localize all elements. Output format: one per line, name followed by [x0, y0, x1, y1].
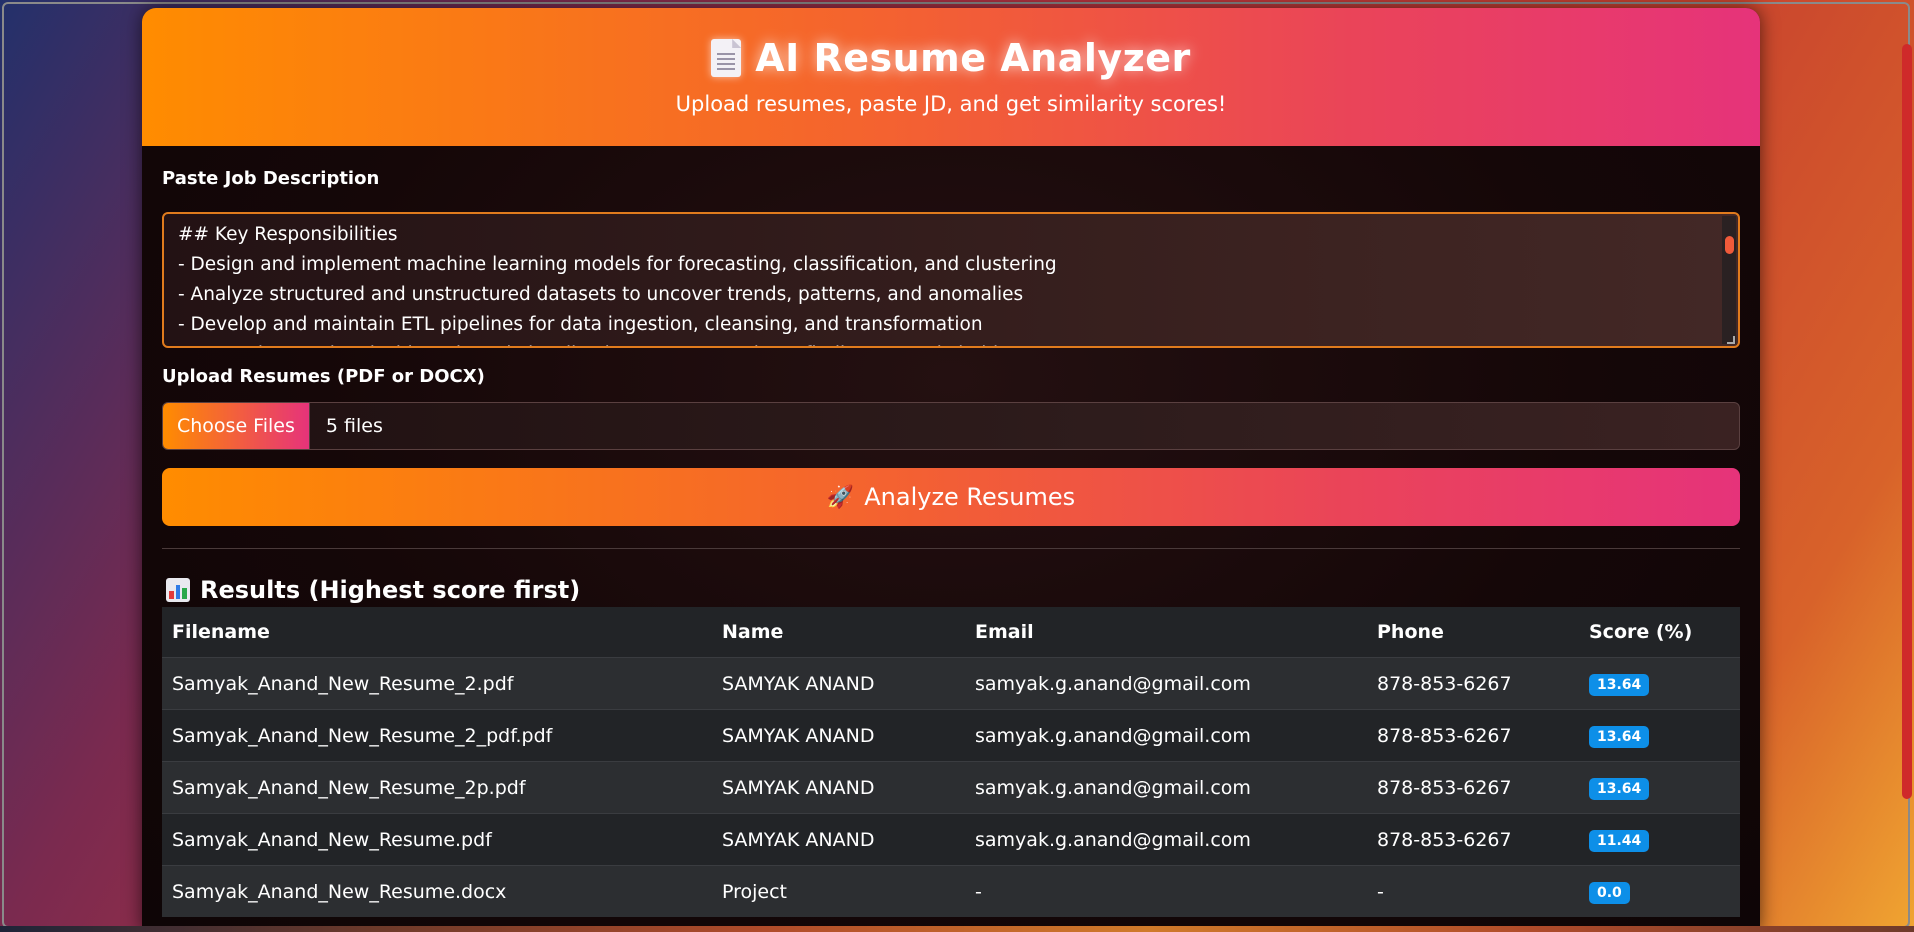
score-badge: 0.0: [1589, 881, 1630, 904]
cell-email: samyak.g.anand@gmail.com: [965, 813, 1367, 866]
job-description-textarea[interactable]: ## Key Responsibilities - Design and impl…: [162, 212, 1740, 348]
job-description-line: - Design and implement machine learning …: [178, 254, 1057, 275]
table-row: Samyak_Anand_New_Resume_2.pdf SAMYAK ANAN…: [162, 657, 1740, 710]
cell-phone: 878-853-6267: [1367, 761, 1579, 814]
cell-filename: Samyak_Anand_New_Resume_2_pdf.pdf: [162, 709, 712, 762]
cell-phone: -: [1367, 865, 1579, 917]
cell-name: SAMYAK ANAND: [712, 657, 965, 710]
results-heading: Results (Highest score first): [166, 576, 580, 604]
document-icon: [711, 39, 742, 77]
cell-score: 13.64: [1579, 657, 1740, 710]
section-divider: [162, 548, 1740, 549]
job-description-line: - Develop and maintain ETL pipelines for…: [178, 314, 983, 335]
job-description-label: Paste Job Description: [162, 168, 380, 189]
cell-filename: Samyak_Anand_New_Resume.docx: [162, 865, 712, 917]
textarea-scrollbar-thumb[interactable]: [1725, 236, 1734, 254]
file-upload-input[interactable]: Choose Files 5 files: [162, 402, 1740, 450]
score-badge: 13.64: [1589, 777, 1650, 800]
app-card: AI Resume Analyzer Upload resumes, paste…: [142, 8, 1760, 932]
header: AI Resume Analyzer Upload resumes, paste…: [142, 8, 1760, 146]
taskbar-strip: [0, 926, 1914, 932]
rocket-icon: 🚀: [826, 484, 855, 510]
cell-email: samyak.g.anand@gmail.com: [965, 761, 1367, 814]
cell-name: SAMYAK ANAND: [712, 709, 965, 762]
cell-score: 11.44: [1579, 813, 1740, 866]
table-row: Samyak_Anand_New_Resume.docx Project - -0.0: [162, 865, 1740, 917]
score-badge: 13.64: [1589, 725, 1650, 748]
cell-phone: 878-853-6267: [1367, 657, 1579, 710]
analyze-resumes-button[interactable]: 🚀 Analyze Resumes: [162, 468, 1740, 526]
cell-filename: Samyak_Anand_New_Resume.pdf: [162, 813, 712, 866]
cell-email: samyak.g.anand@gmail.com: [965, 709, 1367, 762]
cell-score: 13.64: [1579, 709, 1740, 762]
selected-file-count: 5 files: [325, 415, 383, 437]
column-header-filename: Filename: [162, 607, 712, 658]
score-badge: 13.64: [1589, 673, 1650, 696]
upload-label: Upload Resumes (PDF or DOCX): [162, 366, 485, 387]
score-badge: 11.44: [1589, 829, 1650, 852]
results-table: Filename Name Email Phone Score (%) Samy…: [162, 607, 1740, 917]
cell-phone: 878-853-6267: [1367, 813, 1579, 866]
results-title: Results (Highest score first): [200, 576, 581, 604]
table-row: Samyak_Anand_New_Resume_2p.pdf SAMYAK ANA…: [162, 761, 1740, 814]
cell-filename: Samyak_Anand_New_Resume_2.pdf: [162, 657, 712, 710]
page-title: AI Resume Analyzer: [755, 36, 1191, 80]
cell-filename: Samyak_Anand_New_Resume_2p.pdf: [162, 761, 712, 814]
cell-email: -: [965, 865, 1367, 917]
cell-name: SAMYAK ANAND: [712, 813, 965, 866]
cell-score: 0.0: [1579, 865, 1740, 917]
job-description-line: ## Key Responsibilities: [178, 224, 398, 245]
table-row: Samyak_Anand_New_Resume.pdf SAMYAK ANAND s…: [162, 813, 1740, 866]
choose-files-button[interactable]: Choose Files: [163, 403, 310, 449]
bar-chart-icon: [166, 578, 190, 602]
cell-score: 13.64: [1579, 761, 1740, 814]
column-header-score: Score (%): [1579, 607, 1740, 658]
page-subtitle: Upload resumes, paste JD, and get simila…: [675, 92, 1227, 116]
page-scrollbar[interactable]: [1900, 0, 1914, 932]
textarea-scrollbar[interactable]: [1722, 216, 1736, 344]
column-header-name: Name: [712, 607, 965, 658]
column-header-email: Email: [965, 607, 1367, 658]
analyze-button-label: Analyze Resumes: [864, 483, 1076, 511]
cell-email: samyak.g.anand@gmail.com: [965, 657, 1367, 710]
cell-phone: 878-853-6267: [1367, 709, 1579, 762]
column-header-phone: Phone: [1367, 607, 1579, 658]
job-description-line: - Analyze structured and unstructured da…: [178, 284, 1024, 305]
table-row: Samyak_Anand_New_Resume_2_pdf.pdf SAMYAK …: [162, 709, 1740, 762]
cell-name: Project: [712, 865, 965, 917]
resize-handle-icon[interactable]: [1727, 336, 1735, 344]
job-description-text: ## Key Responsibilities - Design and impl…: [178, 220, 1724, 346]
cell-name: SAMYAK ANAND: [712, 761, 965, 814]
page-scrollbar-thumb[interactable]: [1902, 44, 1912, 799]
table-header-row: Filename Name Email Phone Score (%): [162, 607, 1740, 658]
page-title-row: AI Resume Analyzer: [142, 8, 1760, 80]
job-description-line: - Create interactive dashboards and visu…: [178, 340, 1724, 346]
